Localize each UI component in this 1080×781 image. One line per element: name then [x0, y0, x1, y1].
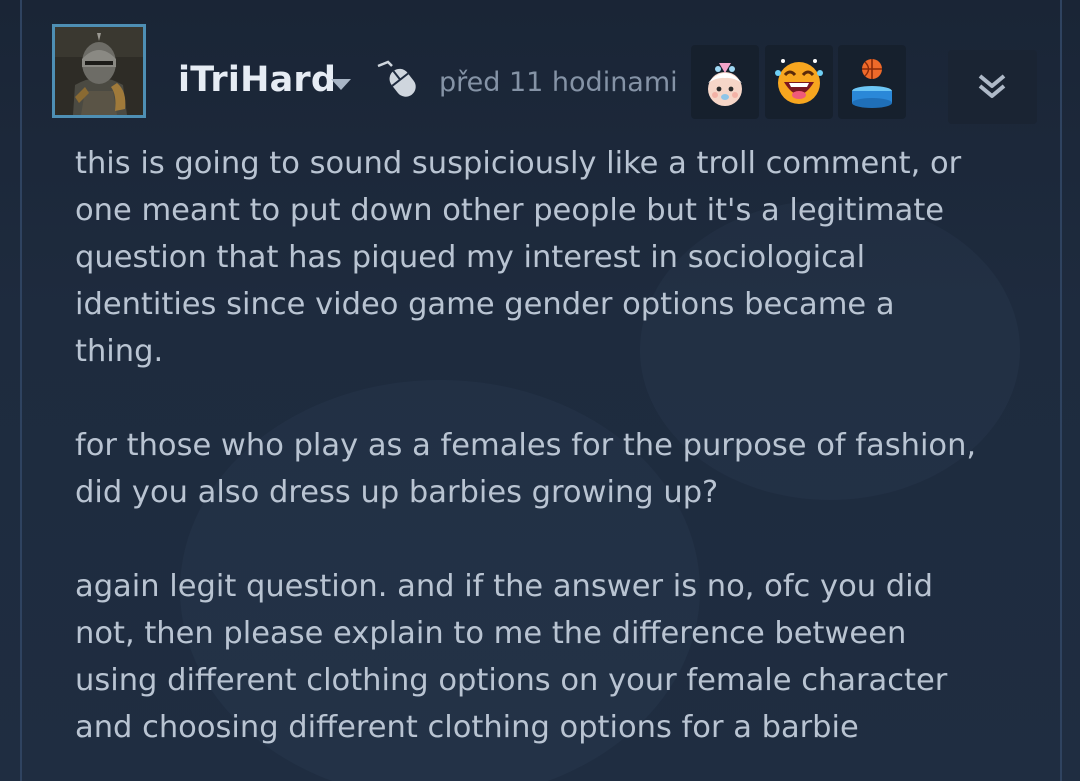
expand-button[interactable] [948, 50, 1037, 124]
mouse-icon [377, 60, 416, 97]
comment-paragraph: this is going to sound suspiciously like… [75, 140, 1055, 375]
reaction-baby-face[interactable] [691, 45, 759, 119]
knight-avatar-icon [55, 27, 143, 115]
comment-timestamp: před 11 hodinami [439, 67, 678, 98]
double-chevron-down-icon [978, 74, 1006, 98]
avatar[interactable] [52, 24, 146, 118]
laughing-face-icon [775, 59, 823, 104]
reaction-basketball-hoop[interactable] [838, 45, 906, 119]
reaction-laughing-face[interactable] [765, 45, 833, 119]
comment-line: again legit question. and if the answer … [75, 569, 933, 604]
chevron-down-icon[interactable] [330, 76, 352, 92]
comment-line: for those who play as a females for the … [75, 428, 977, 463]
comment-body: this is going to sound suspiciously like… [75, 140, 1055, 751]
comment-line: this is going to sound suspiciously like… [75, 146, 962, 181]
comment-line: did you also dress up barbies growing up… [75, 475, 719, 510]
comment-card: iTriHard před 11 hodinami this is going … [0, 0, 1080, 781]
comment-paragraph: for those who play as a females for the … [75, 422, 1055, 516]
basketball-hoop-icon [852, 59, 892, 108]
comment-line: one meant to put down other people but i… [75, 193, 945, 228]
baby-face-icon [708, 63, 742, 106]
comment-line: not, then please explain to me the diffe… [75, 616, 907, 651]
author-name[interactable]: iTriHard [178, 60, 336, 100]
comment-line: thing. [75, 334, 164, 369]
comment-line: question that has piqued my interest in … [75, 240, 866, 275]
left-border [20, 0, 22, 781]
comment-line: identities since video game gender optio… [75, 287, 895, 322]
comment-line: using different clothing options on your… [75, 663, 948, 698]
comment-line: and choosing different clothing options … [75, 710, 859, 745]
comment-paragraph: again legit question. and if the answer … [75, 563, 1055, 751]
right-border [1060, 0, 1062, 781]
